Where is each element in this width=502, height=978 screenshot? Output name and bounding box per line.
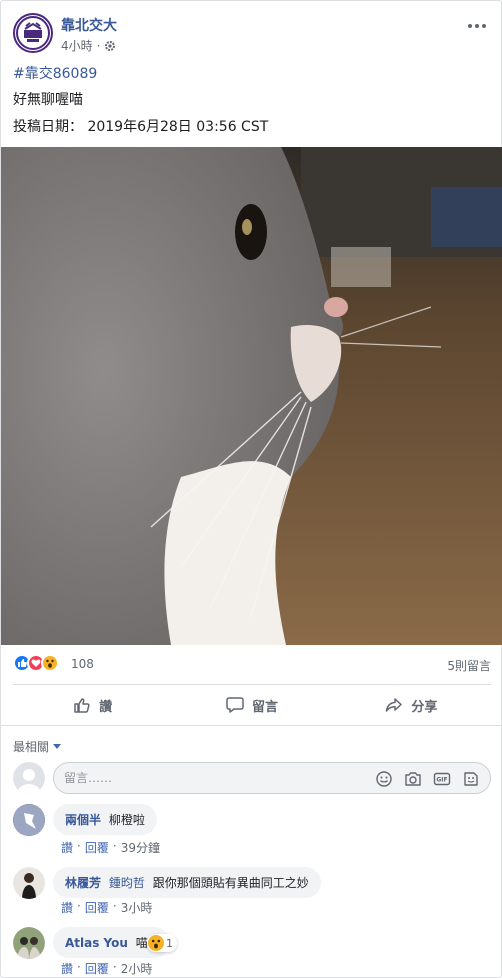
comment-reaction-badge[interactable]: 1 xyxy=(147,934,177,952)
reactions-summary: 108 5則留言 xyxy=(13,653,491,675)
comment-actions: 讚 · 回覆 · 39分鐘 xyxy=(61,839,160,856)
reaction-count[interactable]: 108 xyxy=(71,657,94,671)
comment-text: 喵 xyxy=(135,936,148,950)
share-button[interactable]: 分享 xyxy=(332,687,491,723)
comment-time[interactable]: 39分鐘 xyxy=(121,839,160,856)
gear-icon[interactable] xyxy=(104,40,116,52)
comment-like-link[interactable]: 讚 xyxy=(61,839,73,856)
post-card: 靠北交大 4小時 · #靠交86089 好無聊喔喵 投稿日期： 2019年6月2… xyxy=(0,0,502,978)
divider xyxy=(1,725,502,726)
camera-icon[interactable] xyxy=(404,770,422,788)
comment-input-box: GIF xyxy=(53,762,491,794)
action-bar: 讚 留言 分享 xyxy=(13,687,491,723)
comment-composer: GIF xyxy=(13,762,491,794)
caret-down-icon xyxy=(53,744,62,749)
sort-label: 最相關 xyxy=(13,740,50,754)
comment-reply-link[interactable]: 回覆 xyxy=(85,899,109,916)
gif-icon[interactable]: GIF xyxy=(433,770,451,788)
user-avatar xyxy=(13,762,45,794)
share-arrow-icon xyxy=(386,698,403,712)
post-body: 好無聊喔喵 xyxy=(13,92,83,108)
comment-time[interactable]: 3小時 xyxy=(121,899,153,916)
separator: · xyxy=(112,839,117,853)
post-hashtag[interactable]: #靠交86089 xyxy=(13,65,97,84)
page-logo xyxy=(16,16,50,50)
post-date: 投稿日期： 2019年6月28日 03:56 CST xyxy=(13,119,269,135)
commenter-avatar[interactable] xyxy=(13,804,45,836)
share-label: 分享 xyxy=(411,699,438,715)
page-name[interactable]: 靠北交大 xyxy=(61,15,117,35)
commenter-name[interactable]: 兩個半 xyxy=(65,813,101,827)
comment-reply-link[interactable]: 回覆 xyxy=(85,960,109,977)
comment-count[interactable]: 5則留言 xyxy=(447,657,491,674)
thumbs-up-icon xyxy=(74,698,90,713)
comment-actions: 讚 · 回覆 · 3小時 xyxy=(61,899,152,916)
more-icon[interactable] xyxy=(467,23,487,29)
comment-text: 柳橙啦 xyxy=(108,813,145,827)
comment-bubble: 兩個半 柳橙啦 xyxy=(53,804,157,835)
divider xyxy=(13,684,491,685)
cat-photo xyxy=(1,147,502,645)
commenter-name[interactable]: Atlas You xyxy=(65,936,128,950)
comment-actions: 讚 · 回覆 · 2小時 xyxy=(61,960,152,977)
tagged-user[interactable]: 鍾昀哲 xyxy=(109,876,145,890)
sticker-icon[interactable] xyxy=(462,770,480,788)
separator: · xyxy=(112,960,117,974)
comment-text: 跟你那個頭貼有異曲同工之妙 xyxy=(152,876,309,890)
post-meta: 4小時 · xyxy=(61,37,116,54)
comment-bubble: 林履芳 鍾昀哲 跟你那個頭貼有異曲同工之妙 xyxy=(53,867,321,898)
page-avatar[interactable] xyxy=(13,13,53,53)
speech-bubble-icon xyxy=(226,697,244,713)
like-button[interactable]: 讚 xyxy=(13,687,172,723)
separator: · xyxy=(77,960,81,974)
comment-label: 留言 xyxy=(251,699,278,715)
meta-separator: · xyxy=(96,38,101,53)
comment-sort-dropdown[interactable]: 最相關 xyxy=(13,738,62,755)
composer-tools: GIF xyxy=(375,770,480,788)
wow-reaction-icon xyxy=(148,935,164,951)
reaction-icons[interactable] xyxy=(13,654,59,672)
comment-button[interactable]: 留言 xyxy=(172,687,331,723)
emoji-icon[interactable] xyxy=(375,770,393,788)
commenter-name[interactable]: 林履芳 xyxy=(65,876,101,890)
like-label: 讚 xyxy=(99,699,113,715)
comment-reply-link[interactable]: 回覆 xyxy=(85,839,109,856)
comment-reaction-count: 1 xyxy=(166,936,173,950)
commenter-avatar[interactable] xyxy=(13,927,45,959)
separator: · xyxy=(112,899,117,913)
separator: · xyxy=(77,899,81,913)
comment-like-link[interactable]: 讚 xyxy=(61,899,73,916)
svg-text:GIF: GIF xyxy=(436,777,447,784)
commenter-avatar[interactable] xyxy=(13,867,45,899)
post-time[interactable]: 4小時 xyxy=(61,37,93,54)
wow-reaction-icon xyxy=(41,654,59,672)
post-photo[interactable] xyxy=(1,147,502,645)
comment-like-link[interactable]: 讚 xyxy=(61,960,73,977)
comment-input[interactable] xyxy=(64,769,364,787)
post-header: 靠北交大 4小時 · xyxy=(13,13,491,53)
separator: · xyxy=(77,839,81,853)
comment-time[interactable]: 2小時 xyxy=(121,960,153,977)
